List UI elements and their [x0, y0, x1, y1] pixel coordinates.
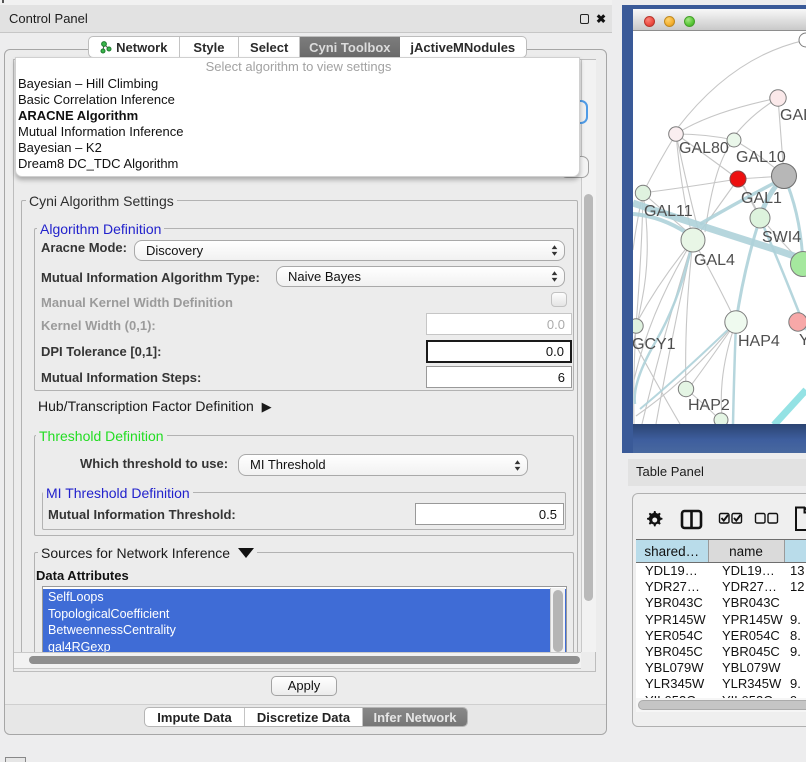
svg-text:GAL80: GAL80	[679, 140, 729, 157]
svg-text:GAL7: GAL7	[780, 107, 806, 124]
svg-text:GAL1: GAL1	[741, 190, 782, 207]
svg-text:GCY1: GCY1	[633, 336, 676, 353]
svg-text:GAL4: GAL4	[694, 252, 735, 269]
svg-text:HAP2: HAP2	[688, 397, 730, 414]
svg-text:Y: Y	[799, 332, 806, 349]
svg-text:GAL10: GAL10	[736, 149, 786, 166]
svg-text:GAL11: GAL11	[644, 203, 693, 220]
svg-text:SWI4: SWI4	[762, 229, 801, 246]
svg-text:HAP4: HAP4	[738, 333, 780, 350]
